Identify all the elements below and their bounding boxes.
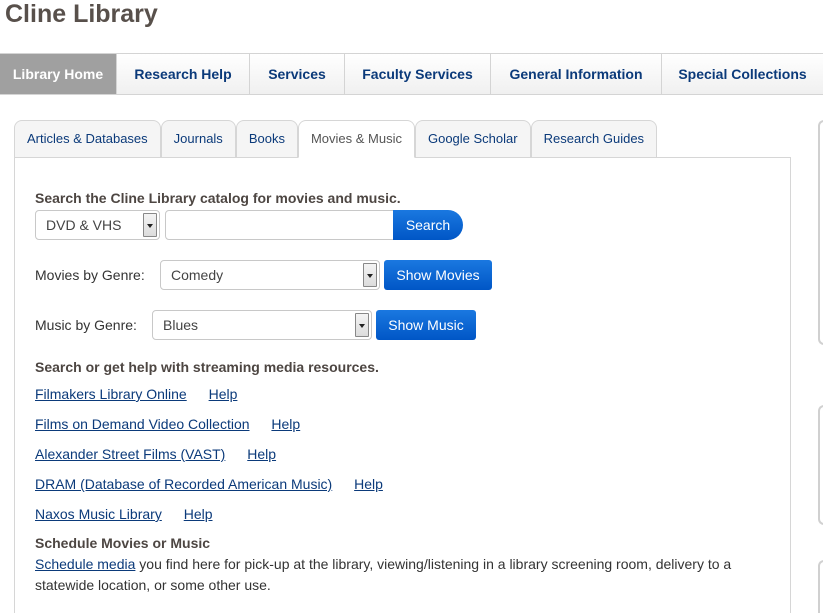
- show-music-button[interactable]: Show Music: [376, 310, 476, 340]
- tab-google-scholar[interactable]: Google Scholar: [414, 120, 531, 158]
- tab-journals[interactable]: Journals: [160, 120, 236, 158]
- tab-books[interactable]: Books: [235, 120, 298, 158]
- music-genre-value: Blues: [163, 317, 199, 333]
- resource-link-naxos[interactable]: Naxos Music Library: [35, 506, 162, 522]
- music-genre-label: Music by Genre:: [35, 317, 137, 333]
- main-nav: Library Home Research Help Services Facu…: [0, 53, 823, 95]
- site-title: Cline Library: [5, 0, 158, 28]
- sidebar-box: [818, 405, 823, 525]
- movies-genre-select[interactable]: Comedy: [160, 260, 380, 290]
- resource-row: Naxos Music Library Help: [35, 506, 213, 522]
- tab-articles-databases[interactable]: Articles & Databases: [14, 120, 161, 158]
- catalog-search-heading: Search the Cline Library catalog for mov…: [35, 190, 401, 206]
- tab-movies-music[interactable]: Movies & Music: [297, 120, 415, 158]
- tab-research-guides[interactable]: Research Guides: [530, 120, 658, 158]
- search-button[interactable]: Search: [393, 210, 463, 240]
- nav-item-faculty-services[interactable]: Faculty Services: [345, 54, 491, 94]
- page: Cline Library Library Home Research Help…: [0, 0, 823, 613]
- resource-row: DRAM (Database of Recorded American Musi…: [35, 476, 383, 492]
- sidebar-box: [818, 560, 823, 613]
- movies-genre-value: Comedy: [171, 267, 224, 283]
- resource-help-link[interactable]: Help: [354, 476, 383, 492]
- music-genre-select[interactable]: Blues: [152, 310, 372, 340]
- chevron-down-icon[interactable]: [355, 313, 369, 337]
- streaming-heading: Search or get help with streaming media …: [35, 359, 379, 375]
- search-tabs: Articles & Databases Journals Books Movi…: [14, 120, 658, 158]
- resource-link-dram[interactable]: DRAM (Database of Recorded American Musi…: [35, 476, 332, 492]
- catalog-search-input[interactable]: [165, 210, 395, 240]
- format-select-value: DVD & VHS: [46, 217, 122, 233]
- schedule-heading: Schedule Movies or Music: [35, 535, 211, 551]
- movies-genre-label: Movies by Genre:: [35, 267, 145, 283]
- schedule-paragraph: Schedule media you find here for pick-up…: [35, 554, 775, 596]
- nav-item-special-collections[interactable]: Special Collections: [662, 54, 823, 94]
- resource-help-link[interactable]: Help: [271, 416, 300, 432]
- schedule-text: you find here for pick-up at the library…: [35, 556, 732, 593]
- resource-row: Films on Demand Video Collection Help: [35, 416, 300, 432]
- chevron-down-icon[interactable]: [363, 263, 377, 287]
- show-movies-button[interactable]: Show Movies: [384, 260, 492, 290]
- nav-item-general-information[interactable]: General Information: [491, 54, 662, 94]
- resource-help-link[interactable]: Help: [184, 506, 213, 522]
- schedule-media-link[interactable]: Schedule media: [35, 556, 135, 572]
- resource-row: Filmakers Library Online Help: [35, 386, 237, 402]
- resource-link-alexander-street[interactable]: Alexander Street Films (VAST): [35, 446, 225, 462]
- nav-item-research-help[interactable]: Research Help: [117, 54, 250, 94]
- chevron-down-icon[interactable]: [143, 213, 157, 237]
- sidebar-box: [818, 120, 823, 345]
- nav-item-services[interactable]: Services: [250, 54, 345, 94]
- resource-link-filmakers-library[interactable]: Filmakers Library Online: [35, 386, 187, 402]
- resource-row: Alexander Street Films (VAST) Help: [35, 446, 276, 462]
- nav-item-library-home[interactable]: Library Home: [0, 54, 117, 94]
- resource-help-link[interactable]: Help: [247, 446, 276, 462]
- resource-link-films-on-demand[interactable]: Films on Demand Video Collection: [35, 416, 250, 432]
- resource-help-link[interactable]: Help: [209, 386, 238, 402]
- format-select[interactable]: DVD & VHS: [35, 210, 160, 240]
